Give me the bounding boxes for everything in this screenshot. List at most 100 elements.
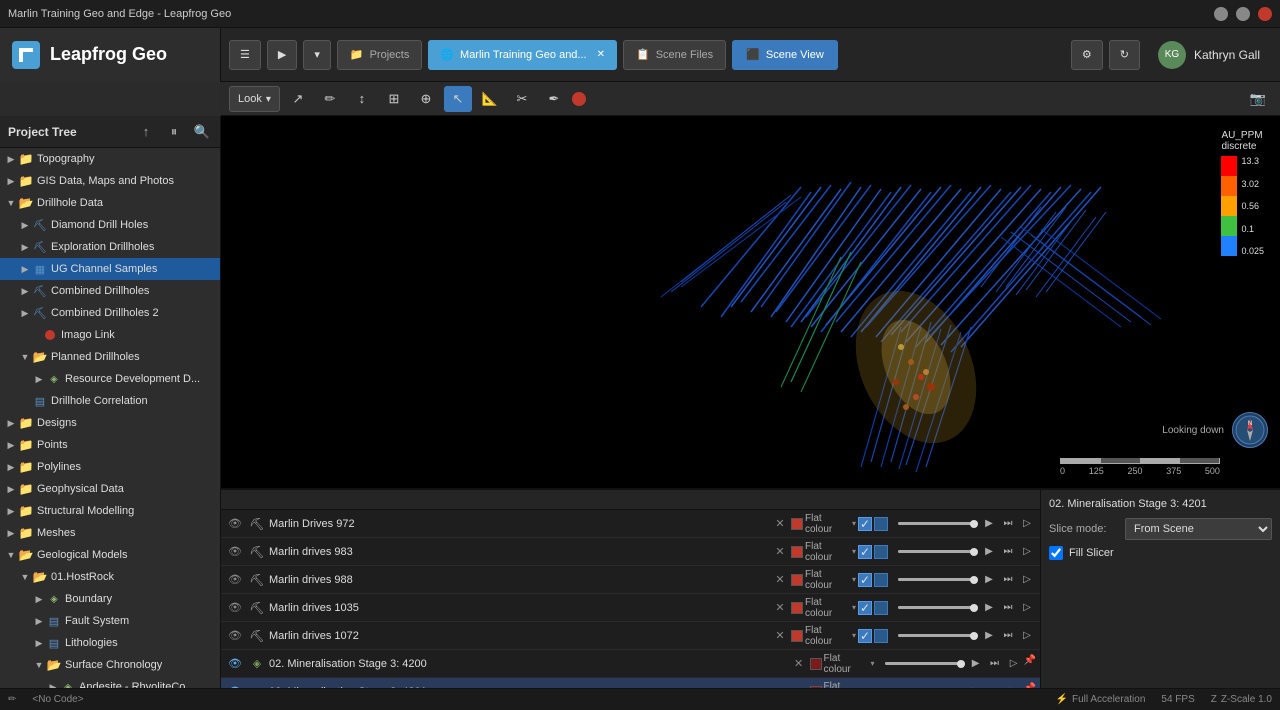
tree-arrow-boundary[interactable]: ▶ xyxy=(32,588,46,610)
tree-item-dh-corr[interactable]: ▶ ▤ Drillhole Correlation xyxy=(0,390,220,412)
tree-arrow-points[interactable]: ▶ xyxy=(4,434,18,456)
draw-tool-button[interactable]: ✏ xyxy=(316,86,344,112)
play-btn-988[interactable]: ▶ xyxy=(980,571,998,589)
tree-item-polylines[interactable]: ▶ 📁 Polylines xyxy=(0,456,220,478)
visibility-toggle-988[interactable]: 👁 xyxy=(225,570,245,590)
arrow-tool-button[interactable]: ↕ xyxy=(348,86,376,112)
tree-arrow-ug[interactable]: ▶ xyxy=(18,258,32,280)
play-btn-min4200[interactable]: ▶ xyxy=(967,655,985,673)
visibility-toggle-1072[interactable]: 👁 xyxy=(225,626,245,646)
tree-arrow-drillhole[interactable]: ▼ xyxy=(4,192,18,214)
scene-files-tab[interactable]: 📋 Scene Files xyxy=(623,40,726,70)
refresh-button[interactable]: ↻ xyxy=(1109,40,1140,70)
tree-arrow-polylines[interactable]: ▶ xyxy=(4,456,18,478)
grid-tool-button[interactable]: ⊞ xyxy=(380,86,408,112)
blue-box-988[interactable] xyxy=(874,573,888,587)
tree-arrow-resource[interactable]: ▶ xyxy=(32,368,46,390)
tree-arrow-surface-chron[interactable]: ▼ xyxy=(32,654,46,676)
opacity-slider-1072[interactable] xyxy=(898,634,978,637)
tree-arrow-exploration[interactable]: ▶ xyxy=(18,236,32,258)
tree-arrow-geophysical[interactable]: ▶ xyxy=(4,478,18,500)
expand-btn-972[interactable]: ▷ xyxy=(1018,515,1036,533)
tree-arrow-combined2[interactable]: ▶ xyxy=(18,302,32,324)
pencil-button[interactable]: ✒ xyxy=(540,86,568,112)
frame-fwd-btn-983[interactable]: ⏭ xyxy=(999,543,1017,561)
play-btn-1035[interactable]: ▶ xyxy=(980,599,998,617)
play-button[interactable]: ▶ xyxy=(267,40,297,70)
frame-fwd-btn-min4200[interactable]: ⏭ xyxy=(986,655,1004,673)
search-tree-button[interactable]: 🔍 xyxy=(192,122,212,142)
tree-item-hostrock[interactable]: ▼ 📂 01.HostRock xyxy=(0,566,220,588)
close-tab-icon[interactable]: ✕ xyxy=(597,49,605,60)
play-btn-min4201[interactable]: ▶ xyxy=(967,683,985,689)
opacity-slider-1035[interactable] xyxy=(898,606,978,609)
play-btn-1072[interactable]: ▶ xyxy=(980,627,998,645)
check-988[interactable]: ✓ xyxy=(858,573,872,587)
tree-item-topography[interactable]: ▶ 📁 Topography xyxy=(0,148,220,170)
projects-tab[interactable]: 📁 Projects xyxy=(337,40,422,70)
expand-btn-1072[interactable]: ▷ xyxy=(1018,627,1036,645)
tree-arrow-hostrock[interactable]: ▼ xyxy=(18,566,32,588)
tree-arrow-structural[interactable]: ▶ xyxy=(4,500,18,522)
frame-fwd-btn-min4201[interactable]: ⏭ xyxy=(986,683,1004,689)
tree-item-points[interactable]: ▶ 📁 Points xyxy=(0,434,220,456)
look-dropdown[interactable]: Look xyxy=(229,86,280,112)
tree-arrow-topography[interactable]: ▶ xyxy=(4,148,18,170)
tree-item-exploration[interactable]: ▶ ⛏ Exploration Drillholes xyxy=(0,236,220,258)
minimize-button[interactable] xyxy=(1214,7,1228,21)
frame-fwd-btn-988[interactable]: ⏭ xyxy=(999,571,1017,589)
check-1035[interactable]: ✓ xyxy=(858,601,872,615)
tree-item-planned[interactable]: ▼ 📂 Planned Drillholes xyxy=(0,346,220,368)
tree-item-geological[interactable]: ▼ 📂 Geological Models xyxy=(0,544,220,566)
tree-item-surface-chron[interactable]: ▼ 📂 Surface Chronology xyxy=(0,654,220,676)
tree-item-combined[interactable]: ▶ ⛏ Combined Drillholes xyxy=(0,280,220,302)
expand-btn-983[interactable]: ▷ xyxy=(1018,543,1036,561)
screenshot-button[interactable]: 📷 xyxy=(1244,86,1272,112)
tree-item-fault[interactable]: ▶ ▤ Fault System xyxy=(0,610,220,632)
play-btn-983[interactable]: ▶ xyxy=(980,543,998,561)
measure-button[interactable]: 📐 xyxy=(476,86,504,112)
opacity-slider-972[interactable] xyxy=(898,522,978,525)
tree-item-designs[interactable]: ▶ 📁 Designs xyxy=(0,412,220,434)
frame-fwd-btn-1072[interactable]: ⏭ xyxy=(999,627,1017,645)
menu-button[interactable]: ☰ xyxy=(229,40,261,70)
tree-item-combined2[interactable]: ▶ ⛏ Combined Drillholes 2 xyxy=(0,302,220,324)
check-983[interactable]: ✓ xyxy=(858,545,872,559)
tree-arrow-planned[interactable]: ▼ xyxy=(18,346,32,368)
remove-983[interactable]: ✕ xyxy=(771,543,789,561)
tree-item-imago[interactable]: ▶ Imago Link xyxy=(0,324,220,346)
tree-item-ug-channel[interactable]: ▶ ▦ UG Channel Samples xyxy=(0,258,220,280)
pause-button[interactable]: ⏸ xyxy=(164,122,184,142)
clip-button[interactable]: ✂ xyxy=(508,86,536,112)
close-button[interactable] xyxy=(1258,7,1272,21)
remove-min4200[interactable]: ✕ xyxy=(790,655,808,673)
expand-btn-1035[interactable]: ▷ xyxy=(1018,599,1036,617)
tree-item-resource[interactable]: ▶ ◈ Resource Development D... xyxy=(0,368,220,390)
pin-btn-min4200[interactable]: 📌 xyxy=(1024,655,1036,673)
tree-arrow-designs[interactable]: ▶ xyxy=(4,412,18,434)
tree-item-andesite[interactable]: ▶ ◈ Andesite - RhyoliteCo... xyxy=(0,676,220,688)
training-tab[interactable]: 🌐 Marlin Training Geo and... ✕ xyxy=(428,40,617,70)
frame-fwd-btn-1035[interactable]: ⏭ xyxy=(999,599,1017,617)
expand-btn-min4201[interactable]: ▷ xyxy=(1005,683,1023,689)
tree-item-meshes[interactable]: ▶ 📁 Meshes xyxy=(0,522,220,544)
opacity-slider-988[interactable] xyxy=(898,578,978,581)
visibility-toggle-1035[interactable]: 👁 xyxy=(225,598,245,618)
tree-arrow-gis[interactable]: ▶ xyxy=(4,170,18,192)
remove-972[interactable]: ✕ xyxy=(771,515,789,533)
visibility-toggle-972[interactable]: 👁 xyxy=(225,514,245,534)
pin-btn-min4201[interactable]: 📌 xyxy=(1024,683,1036,689)
slice-mode-select[interactable]: From Scene xyxy=(1125,518,1272,540)
check-972[interactable]: ✓ xyxy=(858,517,872,531)
tree-arrow-meshes[interactable]: ▶ xyxy=(4,522,18,544)
blue-box-1072[interactable] xyxy=(874,629,888,643)
visibility-toggle-983[interactable]: 👁 xyxy=(225,542,245,562)
remove-1072[interactable]: ✕ xyxy=(771,627,789,645)
tree-arrow-andesite[interactable]: ▶ xyxy=(46,676,60,688)
opacity-slider-983[interactable] xyxy=(898,550,978,553)
tree-item-gis[interactable]: ▶ 📁 GIS Data, Maps and Photos xyxy=(0,170,220,192)
viewport-3d[interactable]: AU_PPMdiscrete 13.3 3.02 0.56 0.1 xyxy=(221,116,1280,488)
tree-item-geophysical[interactable]: ▶ 📁 Geophysical Data xyxy=(0,478,220,500)
blue-box-983[interactable] xyxy=(874,545,888,559)
remove-min4201[interactable]: ✕ xyxy=(790,683,808,689)
